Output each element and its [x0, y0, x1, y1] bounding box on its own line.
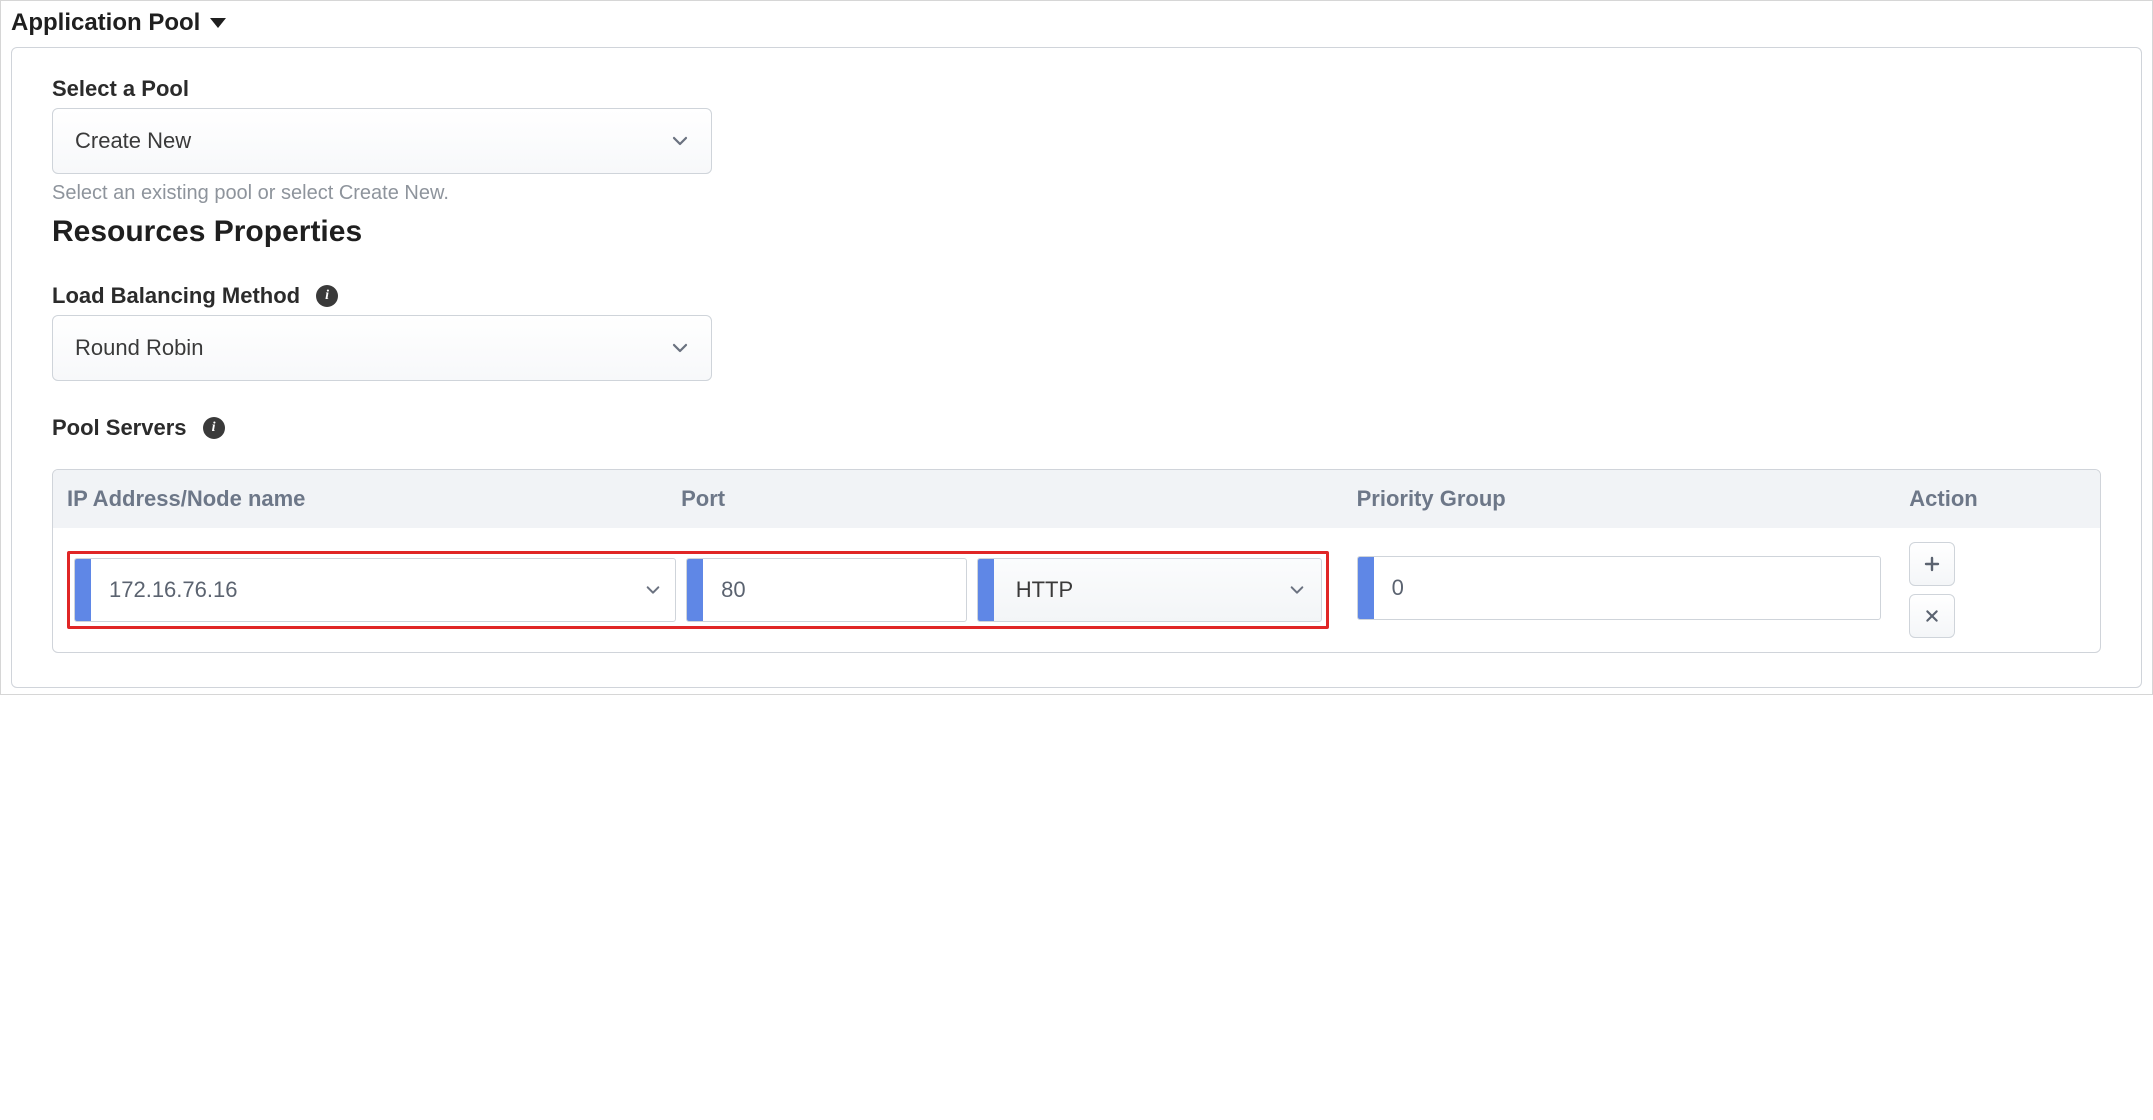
blue-tab [1358, 557, 1374, 619]
info-icon[interactable]: i [316, 285, 338, 307]
lb-method-dropdown[interactable]: Round Robin [52, 315, 712, 381]
chevron-down-icon [671, 342, 689, 354]
select-pool-hint: Select an existing pool or select Create… [52, 182, 2101, 205]
select-pool-label-text: Select a Pool [52, 76, 189, 102]
select-pool-label: Select a Pool [52, 76, 2101, 102]
select-pool-dropdown[interactable]: Create New [52, 108, 712, 174]
section-header[interactable]: Application Pool [11, 7, 226, 47]
pool-servers-label: Pool Servers i [52, 415, 2101, 441]
ip-address-input[interactable]: 172.16.76.16 [74, 558, 676, 622]
chevron-down-icon [631, 559, 675, 621]
column-header-port: Port [667, 470, 1343, 528]
resources-properties-heading: Resources Properties [52, 215, 2101, 249]
caret-down-icon [210, 18, 226, 28]
port-value: 80 [703, 559, 966, 621]
lb-method-label-text: Load Balancing Method [52, 283, 300, 309]
blue-tab [978, 559, 994, 621]
lb-method-value: Round Robin [75, 335, 203, 361]
blue-tab [75, 559, 91, 621]
info-icon[interactable]: i [203, 417, 225, 439]
pool-servers-table: IP Address/Node name Port Priority Group… [52, 469, 2101, 653]
column-header-action: Action [1895, 470, 2100, 528]
action-buttons [1909, 542, 2086, 638]
chevron-down-icon [671, 135, 689, 147]
port-input[interactable]: 80 [686, 558, 967, 622]
column-header-priority: Priority Group [1343, 470, 1896, 528]
chevron-down-icon [1273, 559, 1321, 621]
lb-method-label: Load Balancing Method i [52, 283, 2101, 309]
protocol-dropdown[interactable]: HTTP [977, 558, 1322, 622]
blue-tab [687, 559, 703, 621]
application-pool-panel: Select a Pool Create New Select an exist… [11, 47, 2142, 688]
highlight-box: 172.16.76.16 80 HTTP [67, 551, 1329, 629]
priority-input[interactable]: 0 [1357, 556, 1882, 620]
priority-value: 0 [1374, 557, 1881, 619]
select-pool-value: Create New [75, 128, 191, 154]
protocol-value: HTTP [994, 559, 1273, 621]
section-title: Application Pool [11, 9, 200, 37]
remove-row-button[interactable] [1909, 594, 1955, 638]
table-row: 172.16.76.16 80 HTTP [53, 528, 2100, 652]
ip-address-value: 172.16.76.16 [91, 559, 631, 621]
column-header-ip: IP Address/Node name [53, 470, 667, 528]
pool-servers-label-text: Pool Servers [52, 415, 187, 441]
add-row-button[interactable] [1909, 542, 1955, 586]
